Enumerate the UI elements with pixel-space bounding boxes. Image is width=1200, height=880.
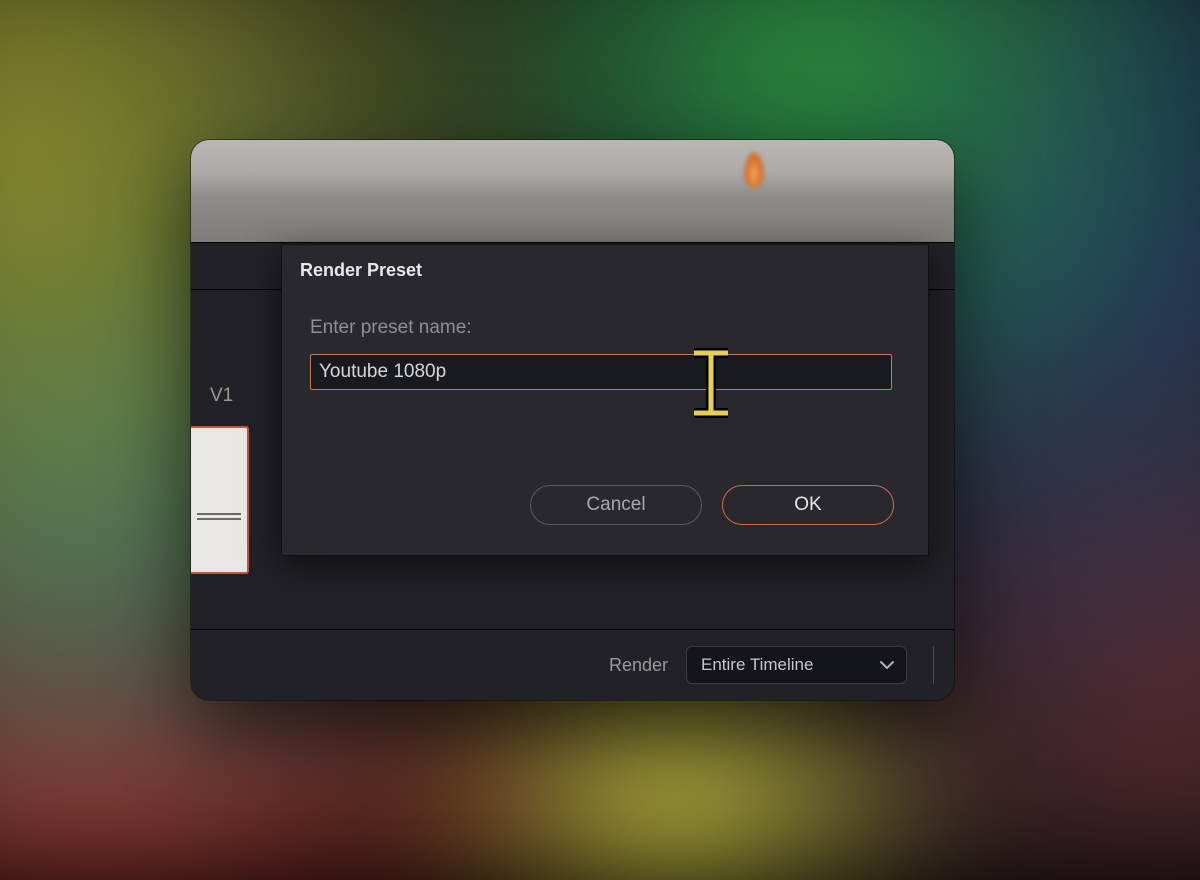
preset-name-label: Enter preset name: bbox=[310, 317, 472, 339]
chevron-down-icon bbox=[880, 660, 894, 670]
render-preset-dialog: Render Preset Enter preset name: Cancel … bbox=[281, 244, 929, 556]
bottom-render-bar: Render Entire Timeline bbox=[191, 629, 954, 700]
video-preview-strip bbox=[191, 140, 954, 243]
preset-name-input[interactable] bbox=[310, 354, 892, 390]
dropdown-value: Entire Timeline bbox=[701, 655, 813, 675]
dialog-title: Render Preset bbox=[282, 245, 928, 281]
render-range-dropdown[interactable]: Entire Timeline bbox=[686, 646, 907, 684]
render-label: Render bbox=[609, 655, 668, 676]
bottom-bar-divider bbox=[933, 646, 934, 684]
ok-button[interactable]: OK bbox=[722, 485, 894, 525]
dialog-button-row: Cancel OK bbox=[530, 485, 894, 525]
track-v1-label: V1 bbox=[210, 385, 233, 407]
cancel-button[interactable]: Cancel bbox=[530, 485, 702, 525]
render-window: V1 Render Preset Enter preset name: bbox=[191, 140, 954, 700]
preview-detail bbox=[744, 152, 764, 188]
clip-thumbnail[interactable] bbox=[191, 426, 249, 574]
